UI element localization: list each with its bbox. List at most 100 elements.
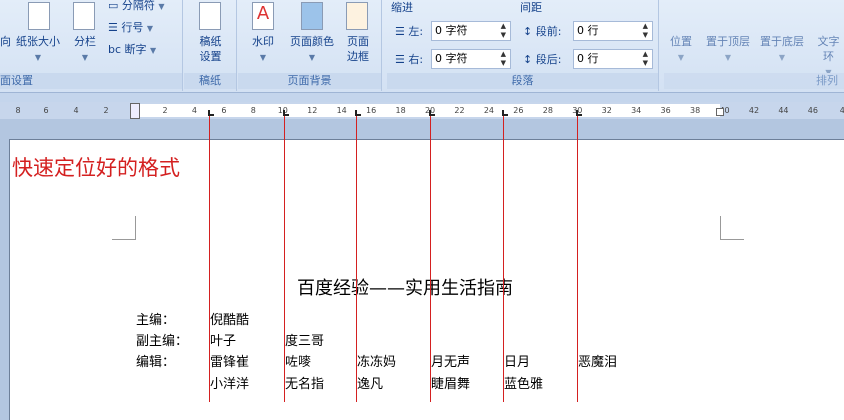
staff-name: 咗嘜 — [285, 355, 312, 370]
document-title: 百度经验——实用生活指南 — [297, 278, 513, 299]
ruler-tick-label: 8 — [15, 106, 21, 115]
columns-button[interactable]: 分栏 ▼ — [70, 34, 100, 65]
spacing-before-input[interactable]: 0 行 ▲ ▼ — [573, 21, 653, 41]
indent-right-input[interactable]: 0 字符 ▲ ▼ — [431, 49, 511, 69]
paper-size-label: 纸张大小 — [16, 35, 60, 48]
label: 段前: — [535, 25, 562, 38]
spacing-after-label: ↕ 段后: — [523, 53, 562, 66]
label: 稿纸 — [199, 35, 222, 48]
dropdown-icon: ▼ — [34, 53, 42, 62]
label: 边框 — [347, 50, 369, 63]
watermark-button[interactable]: 水印 ▼ — [244, 34, 282, 65]
indent-left-input[interactable]: 0 字符 ▲ ▼ — [431, 21, 511, 41]
ribbon: 向 纸张大小 ▼ 分栏 ▼ ▭ 分隔符 ▼ ☰ 行号 ▼ bc 断字 ▼ 面设置 稿… — [0, 0, 844, 93]
position-button[interactable]: 位置 ▼ — [670, 34, 692, 65]
hyphenation-label: 断字 — [124, 43, 147, 56]
ruler-tick-label: 2 — [162, 106, 168, 115]
label: 右: — [408, 53, 424, 66]
bring-front-button[interactable]: 置于顶层 ▼ — [706, 34, 750, 65]
ruler-tick-label: 18 — [395, 106, 406, 115]
ruler-tick-label: 2 — [103, 106, 109, 115]
breaks-button[interactable]: ▭ 分隔符 ▼ — [108, 0, 165, 14]
paper-size-icon — [28, 2, 50, 30]
line-numbers-label: 行号 — [121, 21, 144, 34]
staff-name: 逸凡 — [357, 377, 384, 392]
tab-guide-line — [430, 116, 431, 402]
indent-marker[interactable] — [130, 103, 140, 119]
spacing-after-input[interactable]: 0 行 ▲ ▼ — [573, 49, 653, 69]
paper-size-button[interactable]: 纸张大小 ▼ — [13, 34, 63, 65]
ruler-tick-label: 4 — [73, 106, 79, 115]
ruler-tick-label: 6 — [221, 106, 227, 115]
orientation-button[interactable]: 向 — [0, 34, 11, 49]
ruler-tick-label: 6 — [43, 106, 49, 115]
value: 0 行 — [577, 52, 599, 65]
breaks-label: 分隔符 — [121, 0, 155, 12]
ruler-tick-label: 42 — [748, 106, 760, 115]
margin-corner-mark — [720, 216, 744, 240]
staff-name: 睫眉舞 — [431, 377, 471, 392]
ruler-tick-label: 44 — [778, 106, 789, 115]
manuscript-icon — [199, 2, 221, 30]
staff-name: 蓝色雅 — [504, 377, 544, 392]
staff-name: 叶子 — [210, 334, 237, 349]
staff-name: 月无声 — [431, 355, 471, 370]
row-label: 副主编： — [136, 334, 189, 349]
send-back-button[interactable]: 置于底层 ▼ — [760, 34, 804, 65]
staff-name: 冻冻妈 — [357, 355, 397, 370]
label: 左: — [408, 25, 424, 38]
label: 置于顶层 — [706, 35, 750, 48]
group-label: 段落 — [387, 73, 658, 89]
arrange-group: 位置▼ 置于顶层▼ 置于底层▼ 文字环▼ 排列 — [664, 0, 844, 91]
manuscript-group: 稿纸 设置 稿纸 — [184, 0, 237, 91]
ruler-tick-label: 14 — [336, 106, 347, 115]
watermark-icon: A — [252, 2, 274, 30]
row-label: 主编： — [136, 313, 176, 328]
page-color-icon — [301, 2, 323, 30]
ribbon-bottom-strip — [0, 93, 844, 102]
manuscript-settings-button[interactable]: 稿纸 设置 — [184, 34, 237, 64]
ruler-tick-label: 8 — [250, 106, 256, 115]
indent-right-label: ☰ 右: — [395, 53, 424, 66]
label: 置于底层 — [760, 35, 804, 48]
staff-name: 无名指 — [285, 377, 325, 392]
value: 0 行 — [577, 24, 599, 37]
ruler-tick-label: 38 — [690, 106, 701, 115]
label: 页面 — [347, 35, 369, 48]
spin-arrows[interactable]: ▲ ▼ — [501, 22, 506, 40]
spin-arrows[interactable]: ▲ ▼ — [643, 50, 648, 68]
tab-guide-line — [284, 116, 285, 402]
page-borders-button[interactable]: 页面 边框 — [341, 34, 375, 64]
line-numbers-button[interactable]: ☰ 行号 ▼ — [108, 20, 153, 36]
tab-guide-line — [209, 116, 210, 402]
annotation-text: 快速定位好的格式 — [12, 156, 180, 180]
staff-name: 日月 — [504, 355, 531, 370]
ruler-tick-label: 12 — [307, 106, 318, 115]
hyphenation-button[interactable]: bc 断字 ▼ — [108, 42, 156, 58]
group-label: 页面背景 — [238, 73, 381, 89]
label: 设置 — [199, 50, 222, 63]
label: 页面颜色 — [290, 35, 334, 48]
right-indent-marker[interactable] — [716, 108, 724, 116]
group-label: 面设置 — [0, 73, 182, 89]
staff-name: 度三哥 — [285, 334, 325, 349]
spin-arrows[interactable]: ▲ ▼ — [643, 22, 648, 40]
ruler-tick-label: 46 — [807, 106, 818, 115]
columns-label: 分栏 — [74, 35, 96, 48]
label: 位置 — [670, 35, 692, 48]
ruler-tick-label: 32 — [601, 106, 612, 115]
spin-arrows[interactable]: ▲ ▼ — [501, 50, 506, 68]
ruler-tick-label: 22 — [454, 106, 465, 115]
row-label: 编辑： — [136, 355, 176, 370]
value: 0 字符 — [435, 24, 468, 37]
page-color-button[interactable]: 页面颜色 ▼ — [284, 34, 340, 65]
label: 文字环 — [817, 35, 840, 63]
ruler-tick-label: 36 — [660, 106, 671, 115]
spacing-before-label: ↕ 段前: — [523, 25, 562, 38]
ruler-tick-label: 34 — [631, 106, 642, 115]
paragraph-group: 缩进 ☰ 左: 0 字符 ▲ ▼ ☰ 右: 0 字符 ▲ ▼ 间距 ↕ 段前: 0 行 ▲… — [387, 0, 659, 91]
ruler-tick-label: 16 — [366, 106, 377, 115]
staff-name: 倪酷酷 — [210, 313, 250, 328]
staff-name: 恶魔泪 — [578, 355, 618, 370]
staff-name: 小洋洋 — [210, 377, 250, 392]
